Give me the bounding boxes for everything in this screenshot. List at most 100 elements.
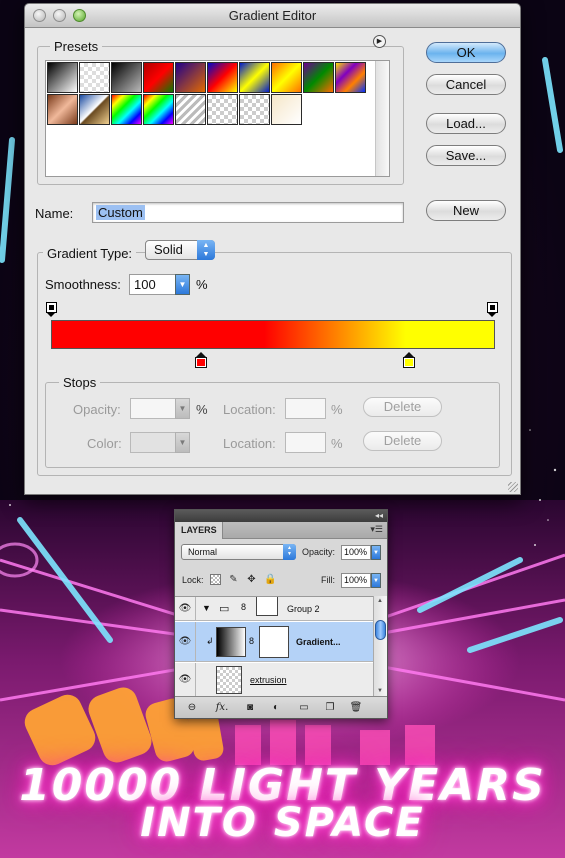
link-icon: 8: [249, 636, 255, 646]
tab-layers[interactable]: LAYERS: [175, 522, 223, 539]
lock-label: Lock:: [182, 575, 204, 585]
layers-scroll-thumb[interactable]: [375, 620, 386, 640]
gradient-fill-thumbnail[interactable]: [216, 627, 246, 657]
stops-label: Stops: [59, 375, 101, 390]
preset-swatch-checker-2[interactable]: [239, 94, 270, 125]
preset-swatch-transparent[interactable]: [79, 62, 110, 93]
gradient-preview-bar[interactable]: [51, 320, 495, 349]
preset-swatch-beige-transparent[interactable]: [271, 94, 302, 125]
smoothness-unit: %: [196, 277, 208, 292]
preset-swatch-blue-red-yellow[interactable]: [207, 62, 238, 93]
preset-swatch-black-transparent[interactable]: [111, 62, 142, 93]
trash-icon[interactable]: 🗑: [349, 701, 363, 714]
layer-mask-thumbnail[interactable]: [259, 626, 289, 658]
new-button[interactable]: New: [426, 200, 506, 221]
cancel-button[interactable]: Cancel: [426, 74, 506, 95]
window-title: Gradient Editor: [228, 8, 317, 23]
layer-row-group[interactable]: 👁 ▼ ▭ 8 Group 2: [175, 597, 373, 621]
color-stop-red[interactable]: [195, 352, 207, 368]
visibility-eye-icon[interactable]: 👁: [175, 663, 196, 696]
preset-swatch-black-white[interactable]: [47, 62, 78, 93]
stop-color-swatch[interactable]: [130, 432, 176, 453]
updown-arrows-icon: ▲ ▼: [283, 544, 296, 560]
poster-subheadline: INTO SPACE: [140, 800, 425, 846]
delete-opacity-stop-button[interactable]: Delete: [363, 397, 442, 417]
layer-opacity-dropdown-icon[interactable]: ▼: [371, 545, 381, 560]
presets-menu-icon[interactable]: ▶: [373, 35, 386, 48]
layers-footer-toolbar: ⊖ fx. ◙ ◐ ▭ ❐ 🗑: [175, 696, 387, 718]
name-value: Custom: [96, 205, 145, 220]
new-group-icon[interactable]: ▭: [297, 701, 311, 714]
preset-swatch-yellow-violet-orange-blue[interactable]: [335, 62, 366, 93]
stop-color-label: Color:: [87, 436, 122, 451]
stop-color-dropdown-icon[interactable]: ▼: [175, 432, 190, 453]
disclosure-triangle-icon[interactable]: ▼: [202, 603, 211, 613]
preset-swatch-transparent-stripes[interactable]: [175, 94, 206, 125]
blend-mode-select[interactable]: Normal ▲ ▼: [181, 544, 296, 560]
stop-color-location-label: Location:: [223, 436, 276, 451]
stop-opacity-input[interactable]: [130, 398, 176, 419]
link-icon: 8: [241, 602, 247, 612]
stop-color-location-input[interactable]: [285, 432, 326, 453]
new-layer-icon[interactable]: ❐: [323, 701, 337, 714]
preset-swatch-red-green[interactable]: [143, 62, 174, 93]
fill-label: Fill:: [321, 575, 335, 585]
extrusion-thumbnail[interactable]: [216, 666, 242, 694]
stop-color-location-unit: %: [331, 436, 343, 451]
lock-all-icon[interactable]: 🔒: [264, 574, 276, 585]
layers-scrollbar[interactable]: ▲ ▼: [373, 596, 387, 696]
gradient-type-select[interactable]: Solid ▲ ▼: [145, 240, 215, 260]
layer-row-extrusion[interactable]: 👁 extrusion: [175, 663, 373, 696]
collapse-icon[interactable]: ◂◂: [375, 510, 383, 522]
link-layers-icon[interactable]: ⊖: [185, 701, 199, 714]
layer-opacity-input[interactable]: 100%: [341, 545, 371, 560]
fill-input[interactable]: 100%: [341, 573, 371, 588]
save-button[interactable]: Save...: [426, 145, 506, 166]
title-bar[interactable]: Gradient Editor: [25, 4, 520, 28]
fx-icon[interactable]: fx.: [215, 701, 229, 714]
name-label: Name:: [35, 206, 74, 221]
preset-swatch-chrome[interactable]: [79, 94, 110, 125]
opacity-stop-left[interactable]: [46, 302, 57, 317]
opacity-stop-right[interactable]: [487, 302, 498, 317]
stop-opacity-location-input[interactable]: [285, 398, 326, 419]
gradient-editor-window: Gradient Editor Presets ▶ OK Cancel Load…: [24, 3, 521, 495]
preset-swatch-checker-1[interactable]: [207, 94, 238, 125]
stop-opacity-dropdown-icon[interactable]: ▼: [175, 398, 190, 419]
layers-panel-header[interactable]: ◂◂: [175, 510, 387, 522]
group-mask-thumbnail[interactable]: [256, 597, 278, 616]
panel-menu-icon[interactable]: ▾☰: [370, 524, 383, 535]
name-field[interactable]: Custom: [92, 202, 404, 223]
fill-dropdown-icon[interactable]: ▼: [371, 573, 381, 588]
visibility-eye-icon[interactable]: 👁: [175, 622, 196, 661]
add-mask-icon[interactable]: ◙: [243, 701, 257, 714]
ok-button[interactable]: OK: [426, 42, 506, 63]
clip-arrow-icon: ↲: [206, 636, 214, 646]
preset-swatch-blue-yellow-blue[interactable]: [239, 62, 270, 93]
resize-grip-icon[interactable]: [508, 482, 518, 492]
preset-swatch-transparent-rainbow[interactable]: [143, 94, 174, 125]
layer-row-gradient[interactable]: 👁 ↲ 8 Gradient...: [175, 622, 373, 662]
delete-color-stop-button[interactable]: Delete: [363, 431, 442, 451]
adjustment-layer-icon[interactable]: ◐: [269, 701, 283, 714]
lock-position-icon[interactable]: ✥: [246, 574, 257, 585]
preset-swatch-violet-green-orange[interactable]: [303, 62, 334, 93]
visibility-eye-icon[interactable]: 👁: [175, 597, 196, 620]
stop-opacity-unit: %: [196, 402, 208, 417]
layers-panel: ◂◂ LAYERS ▾☰ Normal ▲ ▼ Opacity: 100% ▼ L…: [174, 509, 388, 719]
stops-group: [45, 382, 500, 468]
load-button[interactable]: Load...: [426, 113, 506, 134]
folder-icon: ▭: [219, 603, 230, 615]
stop-opacity-location-label: Location:: [223, 402, 276, 417]
preset-swatch-spectrum[interactable]: [111, 94, 142, 125]
preset-swatch-orange-yellow-orange[interactable]: [271, 62, 302, 93]
lock-brush-icon[interactable]: ✎: [228, 574, 239, 585]
smoothness-dropdown-icon[interactable]: ▼: [175, 274, 190, 295]
preset-swatch-violet-orange[interactable]: [175, 62, 206, 93]
smoothness-label: Smoothness:: [45, 277, 121, 292]
lock-transparency-icon[interactable]: [210, 574, 221, 585]
layers-list: 👁 ▼ ▭ 8 Group 2 👁 ↲ 8 Gradient... 👁 extr…: [175, 596, 373, 696]
presets-scrollbar[interactable]: [375, 61, 389, 176]
color-stop-yellow[interactable]: [403, 352, 415, 368]
preset-swatch-copper[interactable]: [47, 94, 78, 125]
